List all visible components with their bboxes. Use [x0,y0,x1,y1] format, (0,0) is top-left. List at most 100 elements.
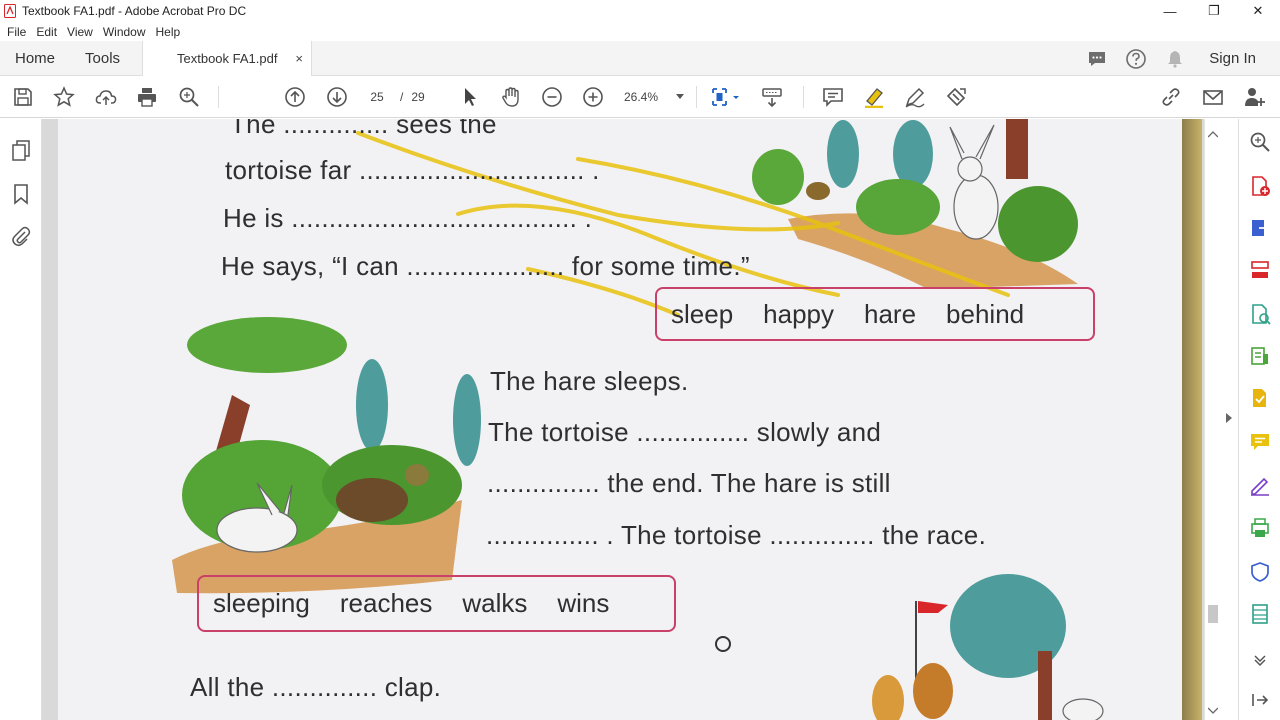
add-user-button[interactable] [1243,85,1267,109]
zoom-out-button[interactable] [540,85,564,109]
right-pane-splitter[interactable] [1220,119,1238,720]
menu-edit[interactable]: Edit [36,25,57,39]
keyboard-scroll-icon [762,88,782,108]
tab-bar: Home Tools Textbook FA1.pdf × Sign In [0,41,1280,76]
title-bar: Textbook FA1.pdf - Adobe Acrobat Pro DC … [0,0,1280,22]
enhance-scans-icon[interactable] [1249,303,1271,325]
export-pdf-icon[interactable] [1249,217,1271,239]
menu-help[interactable]: Help [156,25,181,39]
add-user-icon [1245,88,1265,106]
scroll-down-arrow-icon[interactable] [1208,707,1218,714]
acrobat-app-icon [4,4,16,18]
next-page-button[interactable] [325,85,349,109]
document-view[interactable]: The .............. sees the tortoise far… [42,119,1204,720]
fill-sign-icon[interactable] [1249,387,1271,409]
link-icon [1162,88,1180,106]
highlight-tool-button[interactable] [862,85,886,109]
pdf-page: The .............. sees the tortoise far… [58,119,1188,720]
window-controls: — ❐ ✕ [1148,0,1280,22]
add-comment-button[interactable] [821,85,845,109]
restore-button[interactable]: ❐ [1192,0,1236,22]
story-line-2: The tortoise ............... slowly and [488,417,882,447]
scroll-mode-button[interactable] [760,85,784,109]
page-edge-shadow [1182,119,1202,720]
stamp-tool-button[interactable] [944,85,968,109]
menu-bar: File Edit View Window Help [0,22,1280,41]
fit-page-icon [712,88,739,106]
email-button[interactable] [1201,85,1225,109]
tab-tools[interactable]: Tools [70,50,135,67]
left-navigation-pane [0,119,52,720]
sign-in-link[interactable]: Sign In [1209,50,1256,67]
minimize-button[interactable]: — [1148,0,1192,22]
cursor-ring-icon [715,636,731,652]
word-bank-word: walks [462,588,528,618]
menu-window[interactable]: Window [103,25,146,39]
collapse-tools-pane-icon[interactable] [1249,689,1271,711]
tab-document[interactable]: Textbook FA1.pdf × [142,41,312,76]
notification-bell-icon[interactable] [1165,49,1185,69]
word-bank-word: behind [946,298,1025,329]
close-tab-button[interactable]: × [295,51,303,66]
comment-tool-icon[interactable] [1249,431,1271,453]
close-window-button[interactable]: ✕ [1236,0,1280,22]
edit-pdf-icon[interactable] [1249,345,1271,367]
bookmarks-icon[interactable] [10,183,32,205]
story-line-3: ............... the end. The hare is sti… [487,468,891,498]
print-production-icon[interactable] [1249,517,1271,539]
plus-circle-icon [583,87,603,107]
comment-icon [823,88,843,107]
action-wizard-icon[interactable] [1249,603,1271,625]
protect-shield-icon[interactable] [1249,561,1271,583]
stamp-icon [946,87,966,107]
menu-view[interactable]: View [67,25,93,39]
page-total: 29 [411,90,425,104]
search-zoom-icon[interactable] [1249,131,1271,153]
hand-tool-button[interactable] [499,85,523,109]
cloud-upload-icon [95,90,117,105]
attachments-paperclip-icon[interactable] [10,225,32,247]
menu-file[interactable]: File [7,25,26,39]
select-tool-button[interactable] [458,85,482,109]
scrollbar-thumb[interactable] [1208,605,1218,623]
search-button[interactable] [177,85,201,109]
help-icon[interactable] [1125,48,1147,70]
printer-icon [138,88,156,107]
vertical-scrollbar[interactable] [1204,119,1220,720]
exercise-line-1: The .............. sees the [230,119,497,139]
arrow-up-circle-icon [285,87,305,107]
more-tools-chevron-icon[interactable] [1249,647,1271,669]
highlighter-icon [865,88,883,108]
page-number-input[interactable]: 25 [362,90,392,104]
collapse-right-pane-icon[interactable] [1226,413,1232,423]
tab-home[interactable]: Home [0,50,70,67]
story-line-1: The hare sleeps. [490,366,689,396]
exercise-line-4: He says, “I can ..................... fo… [221,251,750,281]
share-link-button[interactable] [1159,85,1183,109]
scroll-up-arrow-icon[interactable] [1208,131,1218,138]
organize-pages-icon[interactable] [1249,259,1271,281]
exercise-line-2: tortoise far ...........................… [225,155,600,185]
page-thumbnails-icon[interactable] [10,139,32,161]
save-button[interactable] [11,85,35,109]
previous-page-button[interactable] [283,85,307,109]
chevron-down-icon [676,94,685,99]
draw-tool-button[interactable] [903,85,927,109]
upload-cloud-button[interactable] [94,85,118,109]
toolbar: 25 / 29 26.4% [0,76,1280,118]
document-tab-label: Textbook FA1.pdf [177,51,278,66]
fit-page-button[interactable] [708,85,742,109]
zoom-in-button[interactable] [581,85,605,109]
print-button[interactable] [135,85,159,109]
pen-draw-icon [905,87,925,108]
star-icon [53,86,75,107]
sign-pen-icon[interactable] [1249,474,1271,496]
zoom-select[interactable]: 26.4% [624,85,685,109]
comment-bubble-icon[interactable] [1087,49,1107,69]
bookmark-star-button[interactable] [52,85,76,109]
create-pdf-icon[interactable] [1249,175,1271,197]
toolbar-divider [803,86,804,108]
word-bank-box-2: sleeping reaches walks wins [197,575,676,632]
search-icon [179,87,199,107]
word-bank-word: reaches [339,588,433,618]
